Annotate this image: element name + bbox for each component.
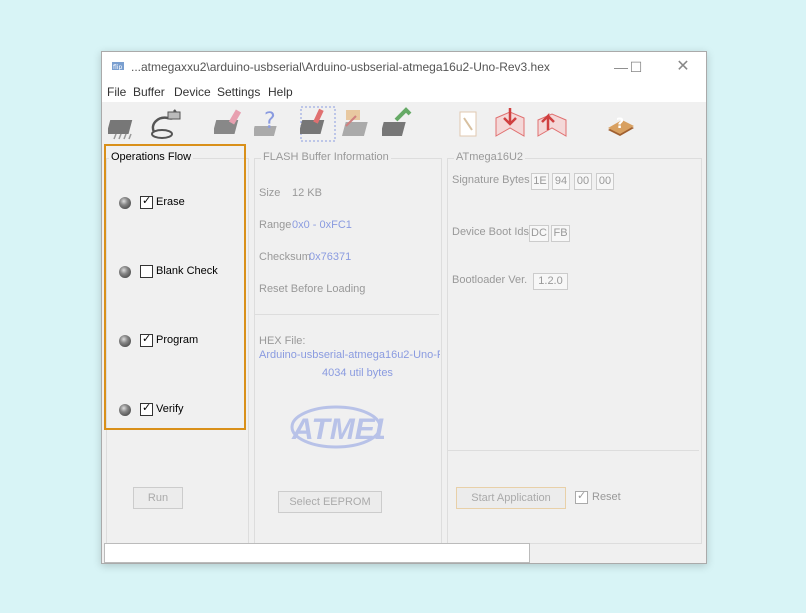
checksum-value: 0x76371	[309, 251, 352, 263]
bootloader-version-label: Bootloader Ver.	[452, 274, 528, 286]
menu-help[interactable]: Help	[268, 85, 293, 99]
erase-chip-icon[interactable]	[214, 106, 250, 142]
edit-buffer-icon[interactable]	[534, 106, 570, 142]
signature-byte-1: 1E	[531, 173, 549, 190]
load-hex-icon[interactable]	[452, 106, 488, 142]
signature-byte-4: 00	[596, 173, 614, 190]
signature-byte-3: 00	[574, 173, 592, 190]
verify-chip-icon[interactable]	[342, 106, 378, 142]
reset-checkbox[interactable]: ✓	[575, 490, 588, 504]
reset-label: Reset	[592, 491, 621, 503]
app-icon: flip	[112, 62, 124, 71]
signature-label: Signature Bytes	[452, 174, 530, 186]
menu-bar: File Buffer Device Settings Help	[102, 82, 706, 102]
window-title: ...atmegaxxu2\arduino-usbserial\Arduino-…	[131, 60, 550, 74]
signature-byte-2: 94	[552, 173, 570, 190]
select-eeprom-button[interactable]: Select EEPROM	[278, 491, 382, 513]
chip-icon[interactable]	[108, 106, 144, 142]
save-hex-icon[interactable]	[492, 106, 528, 142]
operations-highlight	[104, 144, 246, 430]
menu-settings[interactable]: Settings	[217, 85, 260, 99]
menu-file[interactable]: File	[107, 85, 126, 99]
bootloader-version-value: 1.2.0	[533, 273, 568, 290]
range-value: 0x0 - 0xFC1	[292, 219, 352, 231]
read-chip-icon[interactable]	[382, 106, 418, 142]
checksum-label: Checksum	[259, 251, 311, 263]
hex-file-name: Arduino-usbserial-atmega16u2-Uno-R	[259, 349, 440, 361]
svg-text:?: ?	[616, 116, 624, 132]
start-application-button[interactable]: Start Application	[456, 487, 566, 509]
usb-cable-icon[interactable]	[148, 106, 184, 142]
close-button[interactable]: ✕	[668, 56, 698, 78]
maximize-button[interactable]: ☐	[621, 56, 651, 78]
blank-check-icon[interactable]: ?	[254, 106, 290, 142]
boot-ids-label: Device Boot Ids	[452, 226, 530, 238]
reset-before-loading-label: Reset Before Loading	[259, 283, 366, 295]
size-label: Size	[259, 187, 281, 199]
flash-separator	[255, 314, 439, 315]
svg-text:ATMEL: ATMEL	[291, 413, 384, 446]
run-button[interactable]: Run	[133, 487, 183, 509]
device-title: ATmega16U2	[454, 151, 526, 163]
hex-file-label: HEX File:	[259, 335, 306, 347]
flash-title: FLASH Buffer Information	[261, 151, 391, 163]
boot-id-2: FB	[551, 225, 570, 242]
toolbar: ? ?	[102, 104, 706, 144]
range-label: Range	[259, 219, 292, 231]
progress-bar	[104, 543, 530, 563]
program-chip-icon[interactable]	[300, 106, 336, 142]
svg-text:flip: flip	[113, 64, 122, 71]
boot-id-1: DC	[529, 225, 549, 242]
atmel-logo: ATMEL	[290, 405, 384, 449]
title-bar: flip ...atmegaxxu2\arduino-usbserial\Ard…	[102, 52, 706, 82]
menu-device[interactable]: Device	[174, 85, 211, 99]
help-book-icon[interactable]: ?	[602, 106, 638, 142]
hex-byte-count: 4034 util bytes	[322, 367, 393, 379]
menu-buffer[interactable]: Buffer	[133, 85, 165, 99]
size-value: 12 KB	[292, 187, 322, 199]
device-separator	[448, 450, 699, 451]
svg-text:?: ?	[264, 109, 276, 134]
